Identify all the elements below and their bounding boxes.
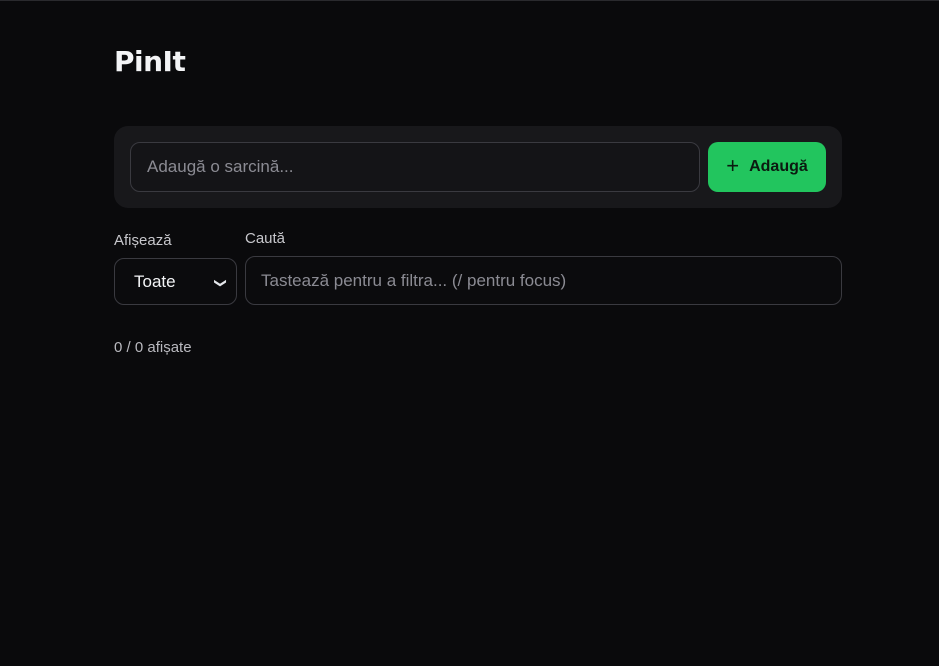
chevron-down-icon: ❯	[213, 277, 228, 288]
filter-select[interactable]: Toate ❯	[114, 258, 237, 305]
plus-icon: +	[726, 153, 740, 178]
app-title: PinIt	[114, 45, 186, 78]
task-input[interactable]	[130, 142, 700, 192]
filter-selected-value: Toate	[134, 271, 176, 291]
add-button-label: Adaugă	[749, 158, 808, 175]
window-top-border	[0, 0, 939, 1]
add-task-card: + Adaugă	[114, 126, 842, 208]
search-label: Caută	[245, 230, 286, 247]
filter-label: Afișează	[114, 232, 172, 249]
add-task-button[interactable]: + Adaugă	[708, 142, 826, 192]
shown-count: 0 / 0 afișate	[114, 339, 192, 356]
search-input[interactable]	[245, 256, 842, 305]
